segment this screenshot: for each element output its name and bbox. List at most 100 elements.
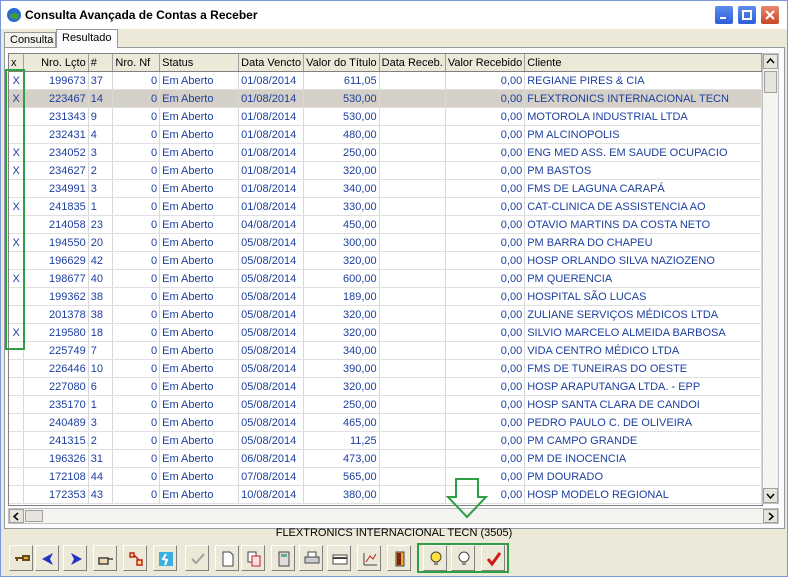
cliente-cell: PM DOURADO [524, 467, 762, 486]
calculator-button[interactable] [271, 545, 295, 571]
confirm-gray-button[interactable] [185, 545, 209, 571]
parcel-number-cell: 7 [88, 341, 114, 360]
parcel-number-cell: 42 [88, 251, 114, 270]
new-doc-button[interactable] [215, 545, 239, 571]
col-cliente-header[interactable]: Cliente [524, 54, 762, 72]
table-row[interactable]: 196326 31 0 Em Aberto 06/08/2014 473,00 0,00 PM… [9, 449, 762, 468]
data-vencto-cell: 05/08/2014 [238, 395, 305, 414]
data-receb-cell [379, 431, 446, 450]
table-row[interactable]: 240489 3 0 Em Aberto 05/08/2014 465,00 0,00 PED… [9, 413, 762, 432]
nro-lcto-cell: 172108 [23, 467, 89, 486]
scroll-up-button[interactable] [763, 54, 778, 69]
table-row[interactable]: 172108 44 0 Em Aberto 07/08/2014 565,00 0,00 PM… [9, 467, 762, 486]
title-bar[interactable]: Consulta Avançada de Contas a Receber [1, 1, 787, 29]
next-button[interactable] [63, 545, 87, 571]
table-row[interactable]: 241315 2 0 Em Aberto 05/08/2014 11,25 0,00 PM C… [9, 431, 762, 450]
select-mark-cell[interactable] [9, 449, 25, 468]
copy-doc-icon [247, 551, 261, 567]
table-row[interactable]: 201378 38 0 Em Aberto 05/08/2014 320,00 0,00 ZU… [9, 305, 762, 324]
chart-button[interactable] [357, 545, 381, 571]
tab-resultado[interactable]: Resultado [56, 29, 118, 48]
select-mark-cell[interactable] [9, 359, 25, 378]
move-button[interactable] [123, 545, 147, 571]
scroll-left-button[interactable] [9, 509, 24, 523]
col-nro-lcto-header[interactable]: Nro. Lçto [23, 54, 89, 72]
prev-button[interactable] [35, 545, 59, 571]
table-row[interactable]: 226446 10 0 Em Aberto 05/08/2014 390,00 0,00 FM… [9, 359, 762, 378]
table-row[interactable]: X 241835 1 0 Em Aberto 01/08/2014 330,00 0,00 CA… [9, 197, 762, 216]
nro-nf-cell: 0 [112, 305, 161, 324]
copy-doc-button[interactable] [241, 545, 265, 571]
valor-recebido-cell: 0,00 [445, 287, 526, 306]
table-row[interactable]: 234991 3 0 Em Aberto 01/08/2014 340,00 0,00 FMS… [9, 179, 762, 198]
col-valor-recebido-header[interactable]: Valor Recebido [445, 54, 526, 72]
select-mark-cell[interactable] [9, 467, 25, 486]
table-row[interactable]: X 234627 2 0 Em Aberto 01/08/2014 320,00 0,00 PM… [9, 161, 762, 180]
minimize-button[interactable] [714, 5, 734, 25]
data-vencto-cell: 01/08/2014 [238, 161, 305, 180]
select-mark-cell[interactable] [9, 413, 25, 432]
vertical-scrollbar[interactable] [762, 53, 779, 504]
table-row[interactable]: 225749 7 0 Em Aberto 05/08/2014 340,00 0,00 VID… [9, 341, 762, 360]
valor-titulo-cell: 330,00 [303, 197, 380, 216]
hand-button[interactable] [93, 545, 117, 571]
results-grid[interactable]: x Nro. Lçto # Nro. Nf Status Data Vencto Valor… [8, 53, 763, 506]
key-button[interactable] [9, 545, 33, 571]
table-row[interactable]: 232431 4 0 Em Aberto 01/08/2014 480,00 0,00 PM … [9, 125, 762, 144]
valor-titulo-cell: 320,00 [303, 251, 380, 270]
col-hash-header[interactable]: # [88, 54, 114, 72]
nro-lcto-cell: 199362 [23, 287, 89, 306]
parcel-number-cell: 37 [88, 71, 114, 90]
select-mark-cell[interactable] [9, 377, 25, 396]
table-row[interactable]: X 234052 3 0 Em Aberto 01/08/2014 250,00 0,00 EN… [9, 143, 762, 162]
print-button[interactable] [299, 545, 323, 571]
horizontal-scroll-thumb[interactable] [25, 510, 43, 522]
table-row[interactable]: 231343 9 0 Em Aberto 01/08/2014 530,00 0,00 MOT… [9, 107, 762, 126]
horizontal-scrollbar[interactable] [8, 508, 779, 524]
table-row[interactable]: 235170 1 0 Em Aberto 05/08/2014 250,00 0,00 HOS… [9, 395, 762, 414]
table-row[interactable]: 214058 23 0 Em Aberto 04/08/2014 450,00 0,00 OT… [9, 215, 762, 234]
table-row[interactable]: 196629 42 0 Em Aberto 05/08/2014 320,00 0,00 HO… [9, 251, 762, 270]
nro-lcto-cell: 232431 [23, 125, 89, 144]
select-mark-cell[interactable] [9, 431, 25, 450]
col-status-header[interactable]: Status [159, 54, 240, 72]
maximize-button[interactable] [737, 5, 757, 25]
nro-nf-cell: 0 [112, 413, 161, 432]
valor-recebido-cell: 0,00 [445, 179, 526, 198]
exit-button[interactable] [387, 545, 411, 571]
valor-titulo-cell: 320,00 [303, 323, 380, 342]
table-row[interactable]: X 198677 40 0 Em Aberto 05/08/2014 600,00 0,00 P… [9, 269, 762, 288]
status-cell: Em Aberto [159, 197, 240, 216]
valor-recebido-cell: 0,00 [445, 449, 526, 468]
table-row[interactable]: 227080 6 0 Em Aberto 05/08/2014 320,00 0,00 HOS… [9, 377, 762, 396]
table-row[interactable]: X 194550 20 0 Em Aberto 05/08/2014 300,00 0,00 P… [9, 233, 762, 252]
vertical-scroll-thumb[interactable] [764, 71, 777, 93]
scroll-down-button[interactable] [763, 488, 778, 503]
card-button[interactable] [327, 545, 351, 571]
col-data-vencto-header[interactable]: Data Vencto [238, 54, 305, 72]
select-mark-cell[interactable] [9, 395, 25, 414]
table-row[interactable]: 172353 43 0 Em Aberto 10/08/2014 380,00 0,00 HO… [9, 485, 762, 504]
parcel-number-cell: 20 [88, 233, 114, 252]
table-row[interactable]: X 199673 37 0 Em Aberto 01/08/2014 611,05 0,00 R… [9, 71, 762, 90]
table-row[interactable]: X 219580 18 0 Em Aberto 05/08/2014 320,00 0,00 S… [9, 323, 762, 342]
table-row[interactable]: X 223467 14 0 Em Aberto 01/08/2014 530,00 0,00 F… [9, 89, 762, 108]
table-row[interactable]: 199362 38 0 Em Aberto 05/08/2014 189,00 0,00 HO… [9, 287, 762, 306]
status-cell: Em Aberto [159, 467, 240, 486]
cliente-cell: ZULIANE SERVIÇOS MÉDICOS LTDA [524, 305, 762, 324]
prev-arrow-icon [42, 553, 53, 565]
run-button[interactable] [153, 545, 177, 571]
data-vencto-cell: 10/08/2014 [238, 485, 305, 504]
results-table: x Nro. Lçto # Nro. Nf Status Data Vencto Valor… [9, 54, 762, 504]
close-button[interactable] [760, 5, 780, 25]
tab-consulta[interactable]: Consulta [4, 32, 56, 47]
col-nro-nf-header[interactable]: Nro. Nf [112, 54, 161, 72]
cliente-cell: MOTOROLA INDUSTRIAL LTDA [524, 107, 762, 126]
col-data-receb-header[interactable]: Data Receb. [379, 54, 446, 72]
valor-recebido-cell: 0,00 [445, 161, 526, 180]
scroll-right-button[interactable] [763, 509, 778, 523]
col-valor-titulo-header[interactable]: Valor do Título [303, 54, 380, 72]
valor-recebido-cell: 0,00 [445, 125, 526, 144]
select-mark-cell[interactable] [9, 485, 25, 504]
nro-nf-cell: 0 [112, 449, 161, 468]
